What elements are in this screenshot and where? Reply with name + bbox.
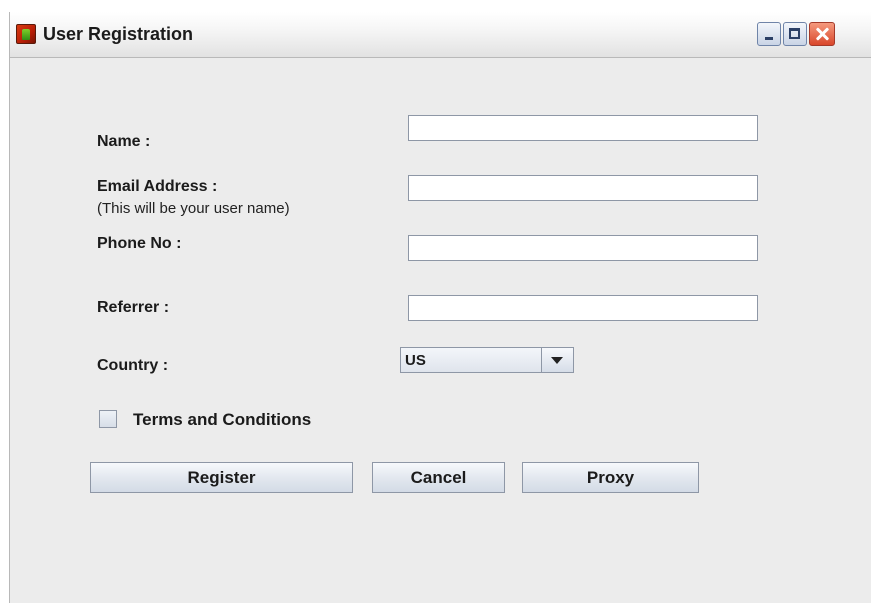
terms-checkbox[interactable]	[99, 410, 117, 428]
phone-field[interactable]	[408, 235, 758, 261]
maximize-icon[interactable]	[783, 22, 807, 46]
window-title: User Registration	[43, 24, 194, 44]
app-icon	[16, 24, 36, 44]
cancel-button[interactable]: Cancel	[372, 462, 505, 493]
name-field[interactable]	[408, 115, 758, 141]
email-hint: (This will be your user name)	[97, 200, 290, 217]
email-field[interactable]	[408, 175, 758, 201]
referrer-field[interactable]	[408, 295, 758, 321]
email-label: Email Address :	[97, 178, 218, 195]
proxy-button[interactable]: Proxy	[522, 462, 699, 493]
title-bar[interactable]: User Registration	[10, 12, 871, 58]
referrer-label: Referrer :	[97, 299, 170, 316]
phone-label: Phone No :	[97, 235, 182, 252]
close-icon[interactable]	[809, 22, 835, 46]
country-label: Country :	[97, 357, 169, 374]
chevron-down-icon[interactable]	[541, 348, 573, 372]
terms-label[interactable]: Terms and Conditions	[133, 410, 311, 430]
country-select-value: US	[405, 352, 426, 369]
register-button[interactable]: Register	[90, 462, 353, 493]
name-label: Name :	[97, 133, 151, 150]
country-select[interactable]: US	[400, 347, 574, 373]
minimize-icon[interactable]	[757, 22, 781, 46]
